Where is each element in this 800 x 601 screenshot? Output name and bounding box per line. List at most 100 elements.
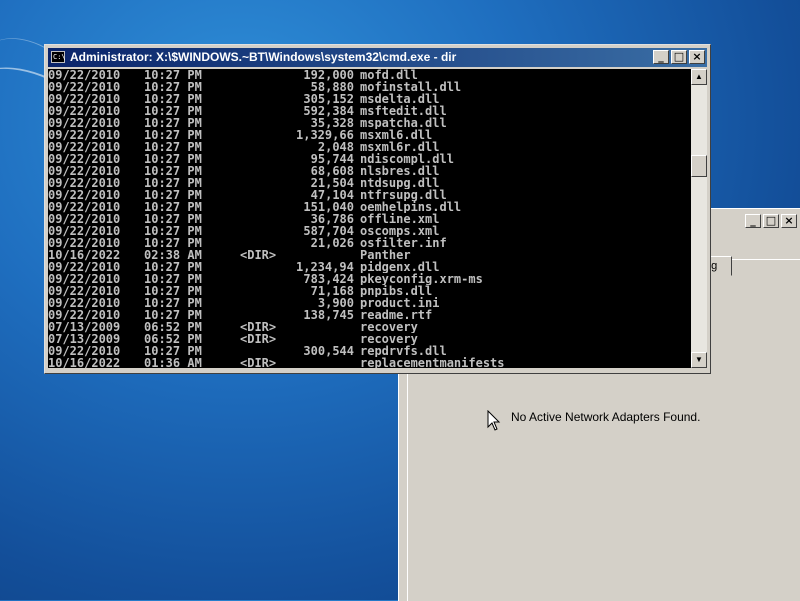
- listing-size: [296, 249, 354, 261]
- listing-time: 10:27 PM: [144, 261, 202, 273]
- maximize-button[interactable]: □: [671, 50, 687, 64]
- listing-name: recovery: [360, 321, 418, 333]
- listing-date: 09/22/2010: [48, 69, 121, 81]
- listing-size: [296, 321, 354, 333]
- listing-dir-flag: [240, 261, 296, 273]
- listing-dir-flag: <DIR>: [240, 249, 277, 261]
- listing-size: 305,152: [303, 93, 354, 105]
- vertical-scrollbar[interactable]: ▲ ▼: [691, 69, 707, 368]
- listing-date: 09/22/2010: [48, 309, 121, 321]
- listing-time: 10:27 PM: [144, 273, 202, 285]
- listing-dir-flag: [240, 129, 296, 141]
- listing-name: oscomps.xml: [360, 225, 440, 237]
- cmd-icon[interactable]: C:\: [51, 51, 66, 63]
- listing-row: 09/22/2010 10:27 PM 21,026 osfilter.inf: [48, 237, 691, 249]
- listing-time: 10:27 PM: [144, 165, 202, 177]
- listing-dir-flag: [240, 297, 296, 309]
- listing-name: pkeyconfig.xrm-ms: [360, 273, 483, 285]
- listing-date: 09/22/2010: [48, 297, 121, 309]
- listing-dir-flag: [240, 81, 296, 93]
- listing-time: 10:27 PM: [144, 201, 202, 213]
- listing-dir-flag: [240, 93, 296, 105]
- listing-time: 10:27 PM: [144, 285, 202, 297]
- listing-date: 09/22/2010: [48, 345, 121, 357]
- listing-name: mofinstall.dll: [360, 81, 462, 93]
- listing-dir-flag: [240, 141, 296, 153]
- listing-name: msdelta.dll: [360, 93, 440, 105]
- minimize-button[interactable]: _: [745, 214, 761, 228]
- listing-row: 09/22/2010 10:27 PM 35,328 mspatcha.dll: [48, 117, 691, 129]
- listing-row: 09/22/2010 10:27 PM 95,744 ndiscompl.dll: [48, 153, 691, 165]
- listing-time: 10:27 PM: [144, 225, 202, 237]
- scroll-down-button[interactable]: ▼: [691, 352, 707, 368]
- listing-date: 09/22/2010: [48, 237, 121, 249]
- listing-size: [296, 333, 354, 345]
- minimize-button[interactable]: _: [653, 50, 669, 64]
- listing-name: offline.xml: [360, 213, 440, 225]
- listing-date: 09/22/2010: [48, 81, 121, 93]
- listing-row: 09/22/2010 10:27 PM 300,544 repdrvfs.dll: [48, 345, 691, 357]
- cmd-titlebar[interactable]: C:\ Administrator: X:\$WINDOWS.~BT\Windo…: [48, 48, 707, 67]
- listing-time: 10:27 PM: [144, 69, 202, 81]
- listing-dir-flag: <DIR>: [240, 333, 277, 345]
- listing-dir-flag: [240, 153, 296, 165]
- listing-dir-flag: [240, 201, 296, 213]
- listing-dir-flag: [240, 69, 296, 81]
- listing-time: 10:27 PM: [144, 141, 202, 153]
- close-button[interactable]: ×: [689, 50, 705, 64]
- listing-size: 2,048: [317, 141, 354, 153]
- listing-name: msxml6.dll: [360, 129, 433, 141]
- listing-size: 587,704: [303, 225, 354, 237]
- listing-dir-flag: [240, 225, 296, 237]
- listing-name: recovery: [360, 333, 418, 345]
- scroll-up-button[interactable]: ▲: [691, 69, 707, 85]
- listing-name: nlsbres.dll: [360, 165, 440, 177]
- listing-dir-flag: [240, 105, 296, 117]
- listing-row: 09/22/2010 10:27 PM 192,000 mofd.dll: [48, 69, 691, 81]
- listing-size: 95,744: [310, 153, 354, 165]
- listing-size: 36,786: [310, 213, 354, 225]
- desktop: { "colors": { "titlebar": "#0a246a", "co…: [0, 0, 800, 601]
- console-output[interactable]: 09/22/2010 10:27 PM 192,000 mofd.dll 09/22/2…: [48, 69, 691, 368]
- listing-name: product.ini: [360, 297, 440, 309]
- listing-row: 09/22/2010 10:27 PM 1,329,664 msxml6.dll: [48, 129, 691, 141]
- listing-row: 09/22/2010 10:27 PM 587,704 oscomps.xml: [48, 225, 691, 237]
- listing-row: 09/22/2010 10:27 PM 138,745 readme.rtf: [48, 309, 691, 321]
- listing-date: 07/13/2009: [48, 333, 121, 345]
- listing-row: 09/22/2010 10:27 PM 47,104 ntfrsupg.dll: [48, 189, 691, 201]
- listing-size: 138,745: [303, 309, 354, 321]
- listing-time: 10:27 PM: [144, 129, 202, 141]
- cmd-window[interactable]: C:\ Administrator: X:\$WINDOWS.~BT\Windo…: [44, 44, 711, 374]
- listing-name: pnpibs.dll: [360, 285, 433, 297]
- listing-size: 151,040: [303, 201, 354, 213]
- listing-row: 09/22/2010 10:27 PM 305,152 msdelta.dll: [48, 93, 691, 105]
- listing-size: 1,234,944: [296, 261, 354, 273]
- listing-row: 09/22/2010 10:27 PM 592,384 msftedit.dll: [48, 105, 691, 117]
- listing-name: mspatcha.dll: [360, 117, 447, 129]
- listing-row: 09/22/2010 10:27 PM 1,234,944 pidgenx.dll: [48, 261, 691, 273]
- listing-name: mofd.dll: [360, 69, 418, 81]
- listing-row: 09/22/2010 10:27 PM 58,880 mofinstall.dll: [48, 81, 691, 93]
- listing-size: 592,384: [303, 105, 354, 117]
- listing-time: 10:27 PM: [144, 309, 202, 321]
- listing-dir-flag: [240, 165, 296, 177]
- listing-date: 10/16/2022: [48, 249, 121, 261]
- listing-row: 09/22/2010 10:27 PM 783,424 pkeyconfig.xrm-…: [48, 273, 691, 285]
- listing-name: msftedit.dll: [360, 105, 447, 117]
- listing-time: 10:27 PM: [144, 153, 202, 165]
- listing-row: 09/22/2010 10:27 PM 68,608 nlsbres.dll: [48, 165, 691, 177]
- listing-dir-flag: [240, 285, 296, 297]
- scroll-thumb[interactable]: [691, 155, 707, 177]
- listing-name: oemhelpins.dll: [360, 201, 462, 213]
- maximize-button[interactable]: □: [763, 214, 779, 228]
- listing-size: 783,424: [303, 273, 354, 285]
- listing-size: 68,608: [310, 165, 354, 177]
- mouse-cursor-icon: [487, 410, 501, 431]
- listing-row: 10/16/2022 02:38 AM <DIR> Panther: [48, 249, 691, 261]
- listing-size: 35,328: [310, 117, 354, 129]
- listing-name: ntfrsupg.dll: [360, 189, 447, 201]
- listing-dir-flag: [240, 189, 296, 201]
- close-button[interactable]: ×: [781, 214, 797, 228]
- listing-time: 10:27 PM: [144, 117, 202, 129]
- listing-row: 07/13/2009 06:52 PM <DIR> recovery: [48, 333, 691, 345]
